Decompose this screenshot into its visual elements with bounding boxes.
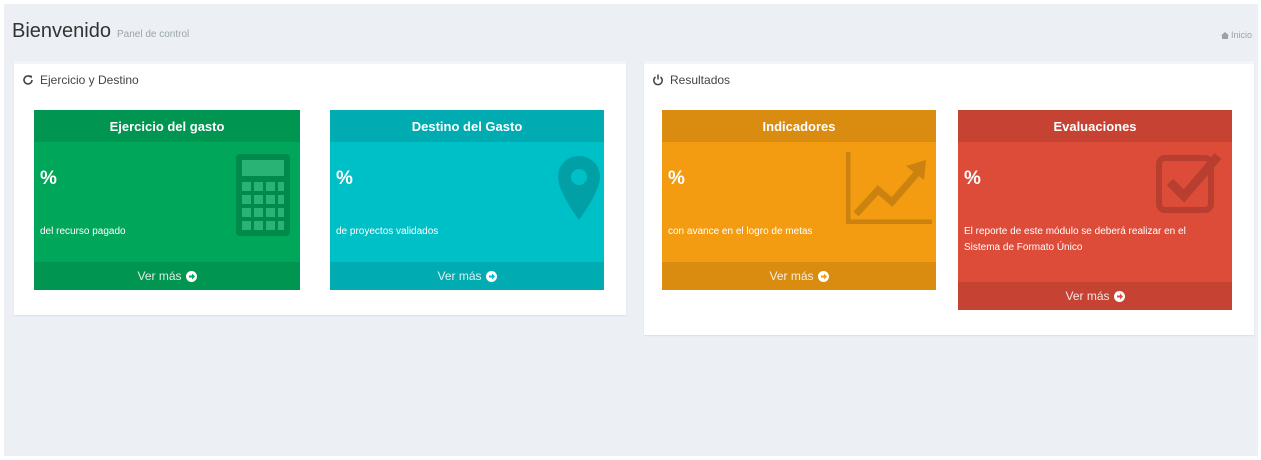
tile-title: Evaluaciones <box>958 110 1232 142</box>
tile-title: Ejercicio del gasto <box>34 110 300 142</box>
tile-evaluaciones: Evaluaciones % El reporte de este módulo… <box>958 110 1232 310</box>
box-ejercicio-destino: Ejercicio y Destino Ejercicio del gasto … <box>14 61 626 315</box>
box-header: Ejercicio y Destino <box>14 64 626 96</box>
tile-body: % del recurso pagado <box>34 142 300 248</box>
map-marker-icon <box>558 156 600 220</box>
tile-title: Indicadores <box>662 110 936 142</box>
arrow-circle-right-icon <box>1113 290 1125 302</box>
box-title: Ejercicio y Destino <box>40 73 139 87</box>
ver-mas-label: Ver más <box>137 269 182 283</box>
ver-mas-link[interactable]: Ver más <box>34 262 300 290</box>
power-icon <box>653 74 663 86</box>
tile-desc: con avance en el logro de metas <box>668 226 813 237</box>
tile-indicadores: Indicadores % con avance en el logro de … <box>662 110 936 290</box>
refresh-icon <box>23 75 33 85</box>
arrow-circle-right-icon <box>817 270 829 282</box>
page-title: Bienvenido <box>12 20 111 42</box>
tile-destino-del-gasto: Destino del Gasto % de proyectos validad… <box>330 110 604 290</box>
area-chart-icon <box>846 152 932 224</box>
tile-title: Destino del Gasto <box>330 110 604 142</box>
arrow-circle-right-icon <box>485 270 497 282</box>
ver-mas-label: Ver más <box>437 269 482 283</box>
tile-body: % con avance en el logro de metas <box>662 142 936 248</box>
box-title: Resultados <box>670 73 731 87</box>
tile-desc: de proyectos validados <box>336 226 439 237</box>
breadcrumb[interactable]: Inicio <box>1220 30 1252 40</box>
calculator-icon <box>236 154 290 236</box>
box-header: Resultados <box>644 64 1254 96</box>
content-wrapper: Bienvenido Panel de control Inicio Ejerc… <box>4 4 1258 456</box>
tile-body: % El reporte de este módulo se deberá re… <box>958 142 1232 264</box>
ver-mas-link[interactable]: Ver más <box>958 282 1232 310</box>
tile-desc: El reporte de este módulo se deberá real… <box>964 226 1186 253</box>
page-subtitle: Panel de control <box>116 29 190 40</box>
ver-mas-link[interactable]: Ver más <box>662 262 936 290</box>
tile-ejercicio-del-gasto: Ejercicio del gasto % del recurso pagado <box>34 110 300 290</box>
home-icon <box>1220 31 1229 39</box>
breadcrumb-home[interactable]: Inicio <box>1231 30 1252 40</box>
ver-mas-link[interactable]: Ver más <box>330 262 604 290</box>
tile-body: % de proyectos validados <box>330 142 604 248</box>
box-resultados: Resultados Indicadores % con avance en e… <box>644 61 1254 335</box>
ver-mas-label: Ver más <box>1065 289 1110 303</box>
check-square-icon <box>1156 153 1222 213</box>
arrow-circle-right-icon <box>185 270 197 282</box>
ver-mas-label: Ver más <box>769 269 814 283</box>
page-header: Bienvenido Panel de control <box>12 20 189 50</box>
